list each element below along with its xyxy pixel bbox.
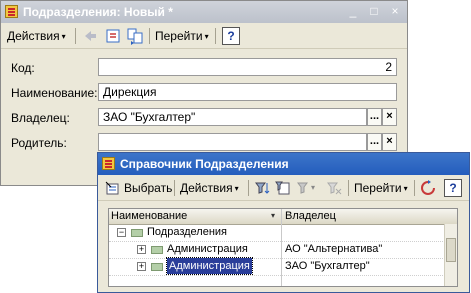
row-owner: ЗАО "Бухгалтер" [285,260,370,272]
dropdown-arrow-icon: ▾ [61,32,66,41]
row-owner: АО "Альтернатива" [285,243,383,255]
goto-menu-button[interactable]: Перейти ▾ [155,27,209,45]
vertical-scrollbar[interactable] [444,224,457,286]
parent-label: Родитель: [11,136,67,150]
row-name: Администрация [167,243,248,255]
table-header: Наименование ▾ Владелец [109,209,457,225]
switch-records-icon[interactable] [126,27,144,45]
code-label: Код: [11,61,35,75]
name-field[interactable]: Дирекция [98,83,397,101]
toolbar-separator [414,180,415,196]
app-icon [5,5,18,18]
row-name: Подразделения [147,226,227,238]
help-button[interactable]: ? [444,179,462,197]
filter-sort-icon[interactable] [253,179,271,197]
column-header-owner[interactable]: Владелец [285,209,336,224]
parent-field[interactable] [98,133,367,151]
refresh-icon[interactable] [419,179,437,197]
toolbar-separator [149,28,150,44]
window-titlebar[interactable]: Справочник Подразделения [98,153,469,175]
window-title: Подразделения: Новый * [23,5,173,19]
close-button[interactable]: × [387,4,403,19]
list-toolbar: Выбрать Действия ▾ ▾ Перейти ▾ ? [98,176,469,201]
name-label: Наименование: [11,86,98,100]
sort-arrow-icon: ▾ [271,211,276,220]
toolbar-separator [248,180,249,196]
goto-menu-button[interactable]: Перейти ▾ [354,179,408,197]
toolbar-separator [174,180,175,196]
owner-clear-button[interactable]: × [382,108,397,126]
actions-menu-button[interactable]: Действия ▾ [180,179,239,197]
help-button[interactable]: ? [222,27,240,45]
parent-clear-button[interactable]: × [382,133,397,151]
minimize-button[interactable]: _ [345,4,361,19]
column-header-name[interactable]: Наименование [111,209,187,224]
select-button[interactable]: Выбрать [124,179,172,197]
parent-select-button[interactable]: ... [367,133,382,151]
folder-icon [151,246,163,254]
owner-label: Владелец: [11,111,70,125]
expand-icon[interactable]: + [137,262,146,271]
catalog-list-window: Справочник Подразделения Выбрать Действи… [97,152,470,293]
code-field[interactable]: 2 [98,58,397,76]
refresh-icon[interactable] [104,27,122,45]
dropdown-arrow-icon: ▾ [234,184,239,193]
owner-select-button[interactable]: ... [367,108,382,126]
goto-label: Перейти [354,181,402,195]
app-icon [102,157,115,170]
folder-icon [131,229,143,237]
actions-menu-button[interactable]: Действия ▾ [7,27,66,45]
toolbar-separator [215,28,216,44]
catalog-table[interactable]: Наименование ▾ Владелец − Подразделения … [108,208,458,287]
dropdown-arrow-icon[interactable]: ▾ [311,179,315,197]
dropdown-arrow-icon: ▾ [403,184,408,193]
select-icon[interactable] [104,179,122,197]
filter-off-icon[interactable] [325,179,343,197]
filter-list-icon[interactable] [274,179,292,197]
maximize-button[interactable]: □ [366,4,382,19]
actions-label: Действия [7,29,60,43]
scrollbar-thumb[interactable] [446,238,456,262]
table-row[interactable]: + Администрация АО "Альтернатива" [109,241,445,259]
expand-icon[interactable]: + [137,245,146,254]
toolbar-separator [348,180,349,196]
window-titlebar[interactable]: Подразделения: Новый * _ □ × [1,1,407,23]
table-row[interactable]: − Подразделения [109,224,445,242]
window-title: Справочник Подразделения [120,157,289,171]
collapse-icon[interactable]: − [117,228,126,237]
owner-field[interactable]: ЗАО "Бухгалтер" [98,108,367,126]
folder-icon [151,263,163,271]
table-row-selected[interactable]: + Администрация ЗАО "Бухгалтер" [109,257,445,276]
form-toolbar: Действия ▾ Перейти ▾ ? [1,24,407,49]
toolbar-separator [75,28,76,44]
dropdown-arrow-icon: ▾ [204,32,209,41]
goto-label: Перейти [155,29,203,43]
actions-label: Действия [180,181,233,195]
back-arrow-icon[interactable] [81,27,99,45]
row-name: Администрация [166,257,253,275]
